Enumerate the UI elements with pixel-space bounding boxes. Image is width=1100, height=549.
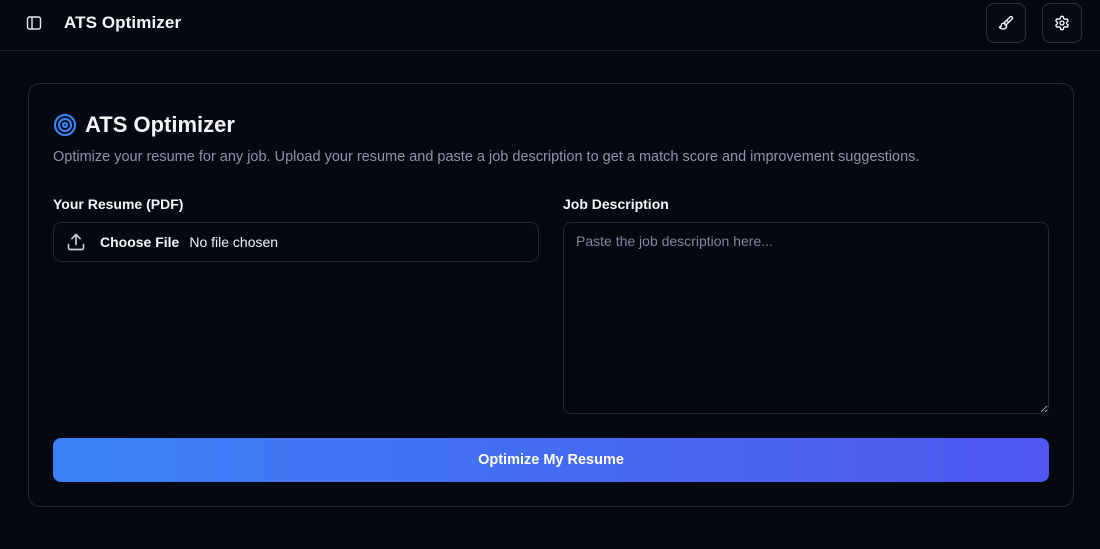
top-bar: ATS Optimizer: [0, 0, 1100, 51]
optimize-button[interactable]: Optimize My Resume: [53, 438, 1049, 482]
optimizer-card: ATS Optimizer Optimize your resume for a…: [28, 83, 1074, 507]
sidebar-panel-icon[interactable]: [24, 13, 44, 33]
card-title: ATS Optimizer: [85, 112, 235, 137]
file-status: No file chosen: [189, 234, 279, 250]
upload-icon: [66, 232, 86, 252]
card-description: Optimize your resume for any job. Upload…: [53, 149, 920, 165]
resume-file-input[interactable]: Choose File No file chosen: [53, 222, 539, 262]
resume-label: Your Resume (PDF): [53, 196, 184, 212]
card-header: ATS Optimizer: [53, 112, 235, 138]
job-description-textarea[interactable]: [563, 222, 1049, 414]
paintbrush-icon: [998, 15, 1014, 31]
target-icon: [53, 113, 77, 137]
choose-file-button[interactable]: Choose File: [100, 234, 179, 250]
settings-button[interactable]: [1042, 3, 1082, 43]
theme-button[interactable]: [986, 3, 1026, 43]
gear-icon: [1054, 15, 1070, 31]
app-title: ATS Optimizer: [64, 13, 182, 32]
job-description-label: Job Description: [563, 196, 669, 212]
